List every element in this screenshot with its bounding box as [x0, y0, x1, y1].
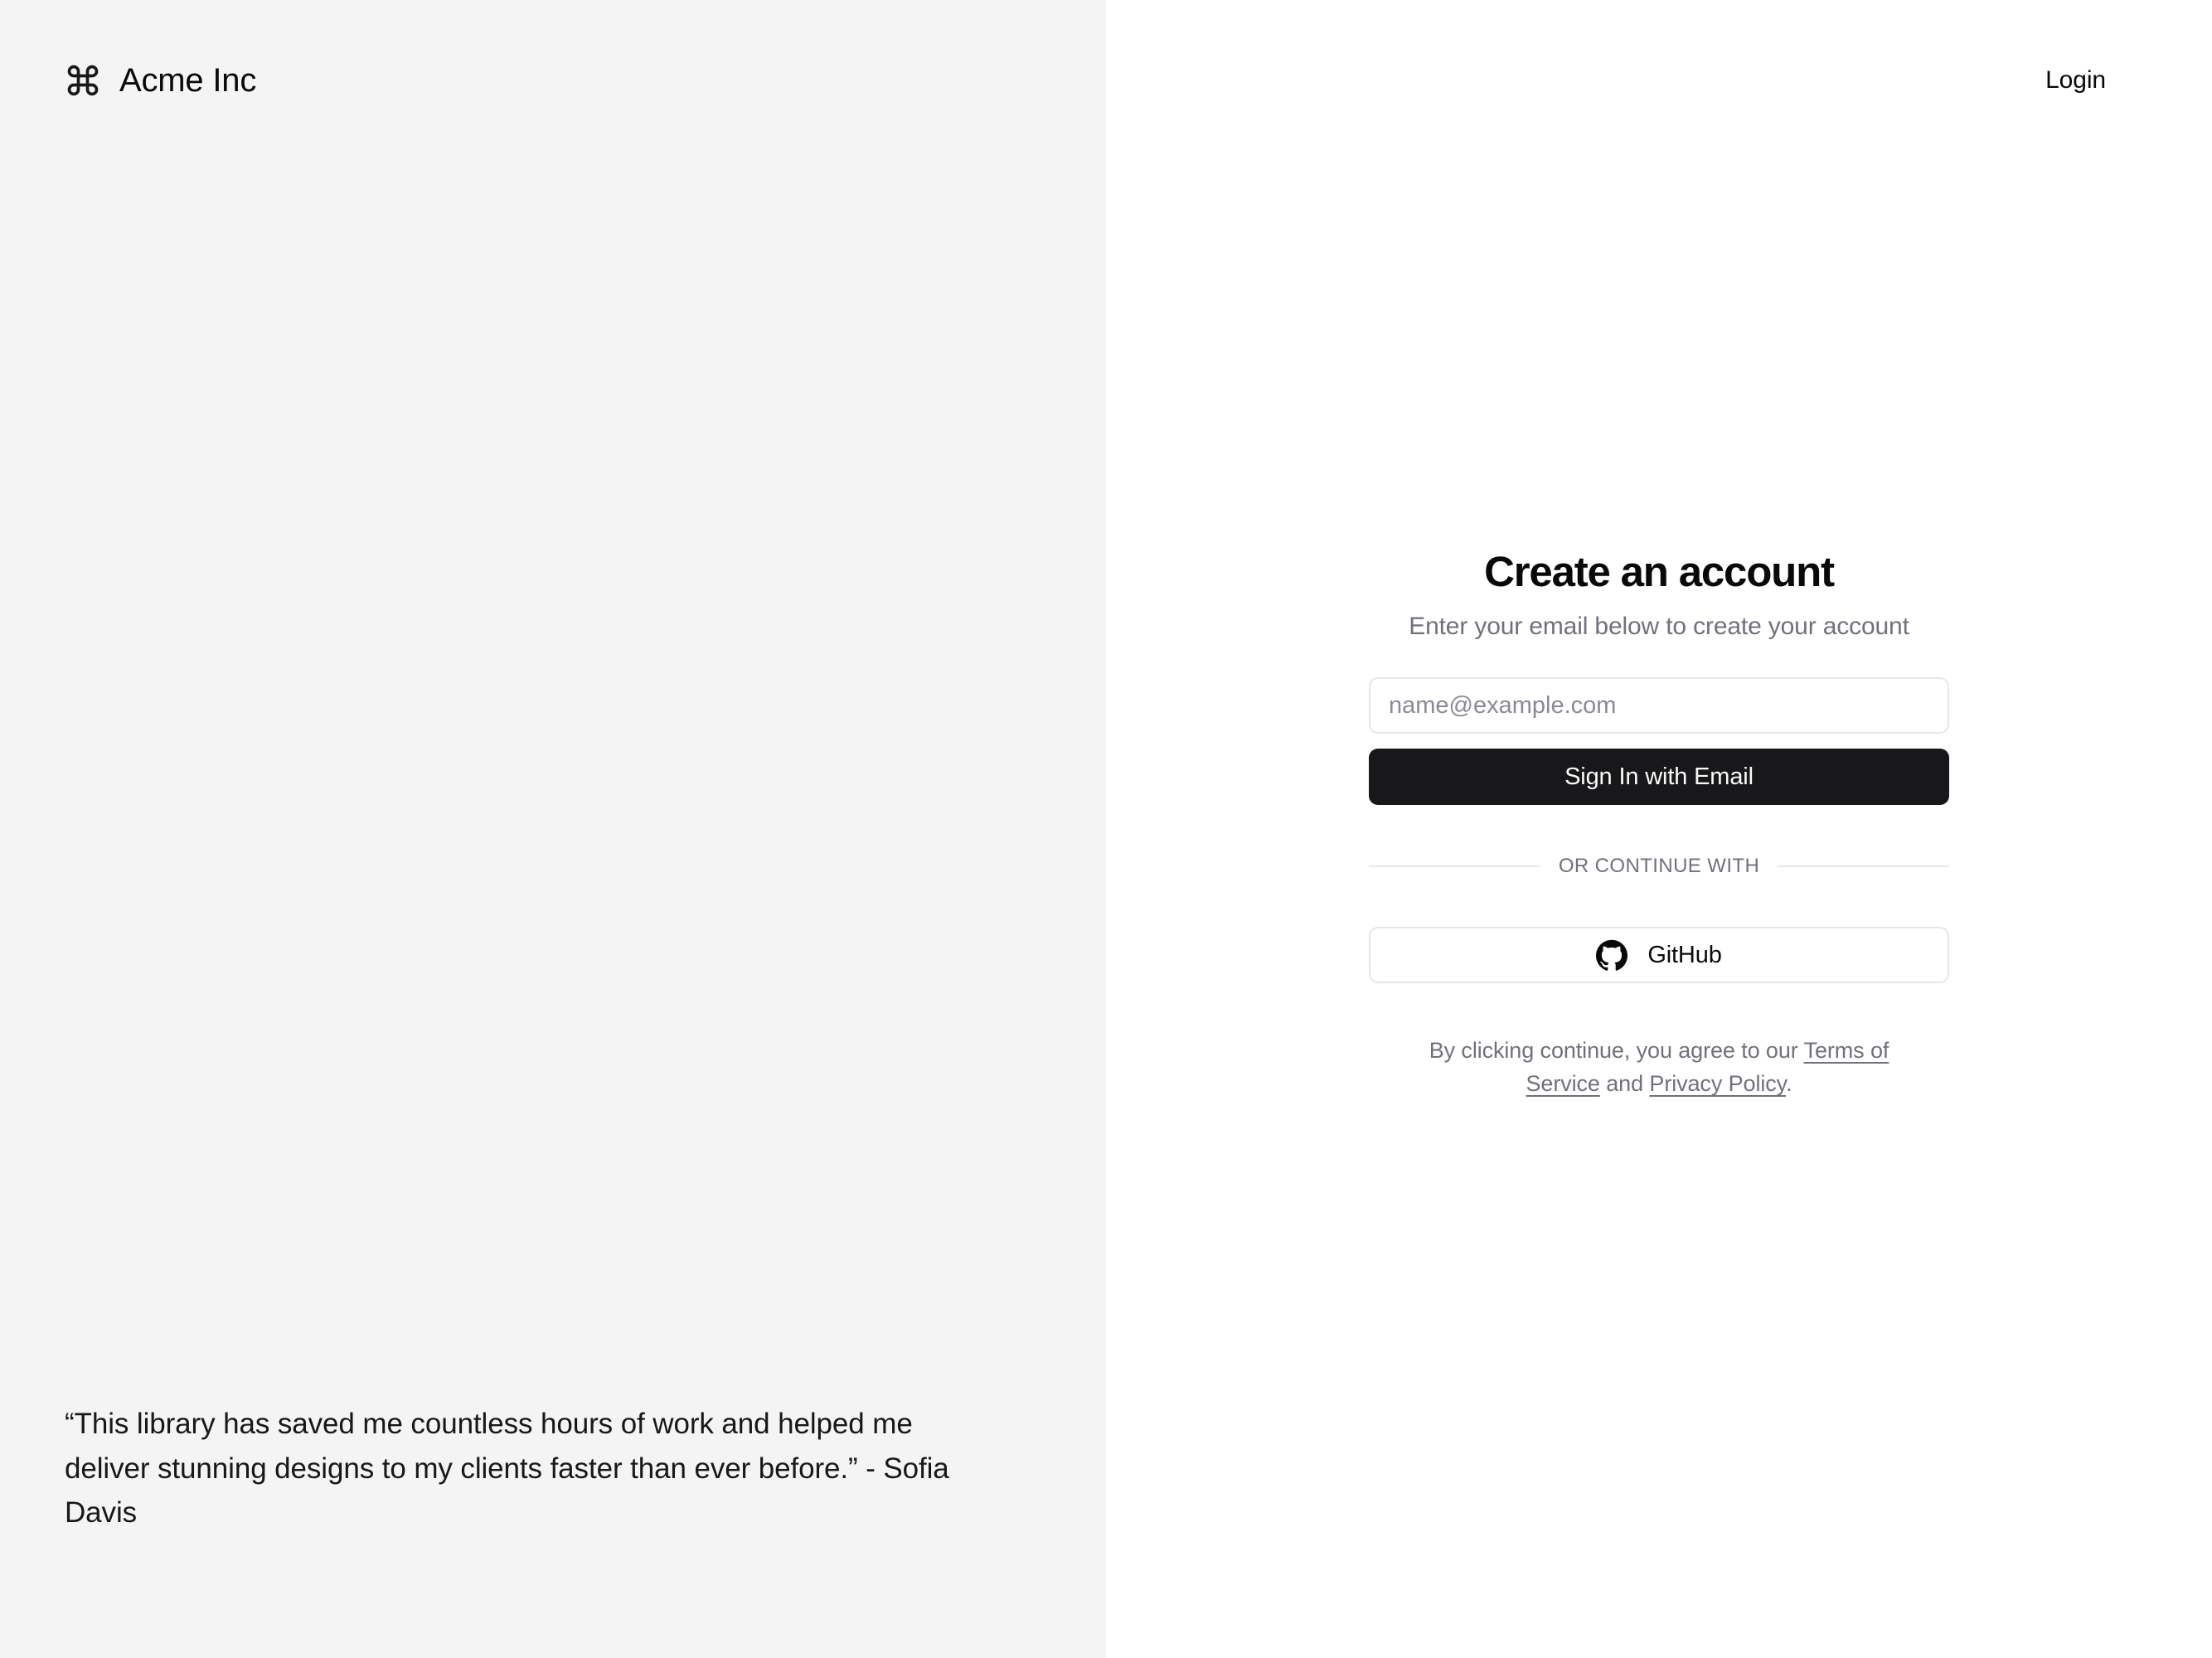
sign-in-with-email-button[interactable]: Sign In with Email — [1369, 749, 1949, 806]
github-oauth-label: GitHub — [1647, 941, 1722, 968]
brand-logo[interactable]: Acme Inc — [65, 62, 256, 99]
terms-disclaimer: By clicking continue, you agree to our T… — [1369, 1035, 1949, 1101]
terms-suffix: . — [1786, 1071, 1792, 1097]
auth-page: Acme Inc “This library has saved me coun… — [0, 0, 2212, 1658]
form-heading-block: Create an account Enter your email below… — [1369, 547, 1949, 642]
divider-line-right — [1778, 865, 1950, 868]
page-title: Create an account — [1484, 548, 1835, 595]
form-fields: Sign In with Email — [1369, 677, 1949, 806]
github-icon — [1596, 939, 1628, 972]
page-subtitle: Enter your email below to create your ac… — [1409, 613, 1909, 641]
email-field[interactable] — [1369, 677, 1949, 734]
testimonial-quote: “This library has saved me countless hou… — [65, 1408, 949, 1530]
divider-line-left — [1369, 865, 1540, 868]
branding-panel: Acme Inc “This library has saved me coun… — [0, 0, 1106, 1658]
command-icon — [65, 62, 101, 99]
testimonial: “This library has saved me countless hou… — [65, 1402, 993, 1535]
signup-form: Create an account Enter your email below… — [1369, 547, 1950, 1101]
github-oauth-button[interactable]: GitHub — [1369, 927, 1949, 984]
terms-prefix: By clicking continue, you agree to our — [1429, 1038, 1804, 1064]
or-continue-divider: OR CONTINUE WITH — [1369, 853, 1950, 880]
brand-name: Acme Inc — [119, 62, 257, 99]
divider-label: OR CONTINUE WITH — [1558, 855, 1760, 878]
privacy-policy-link[interactable]: Privacy Policy — [1649, 1071, 1786, 1096]
terms-conjunction: and — [1599, 1071, 1650, 1097]
login-link[interactable]: Login — [2045, 66, 2106, 95]
auth-panel: Login Create an account Enter your email… — [1106, 0, 2212, 1658]
